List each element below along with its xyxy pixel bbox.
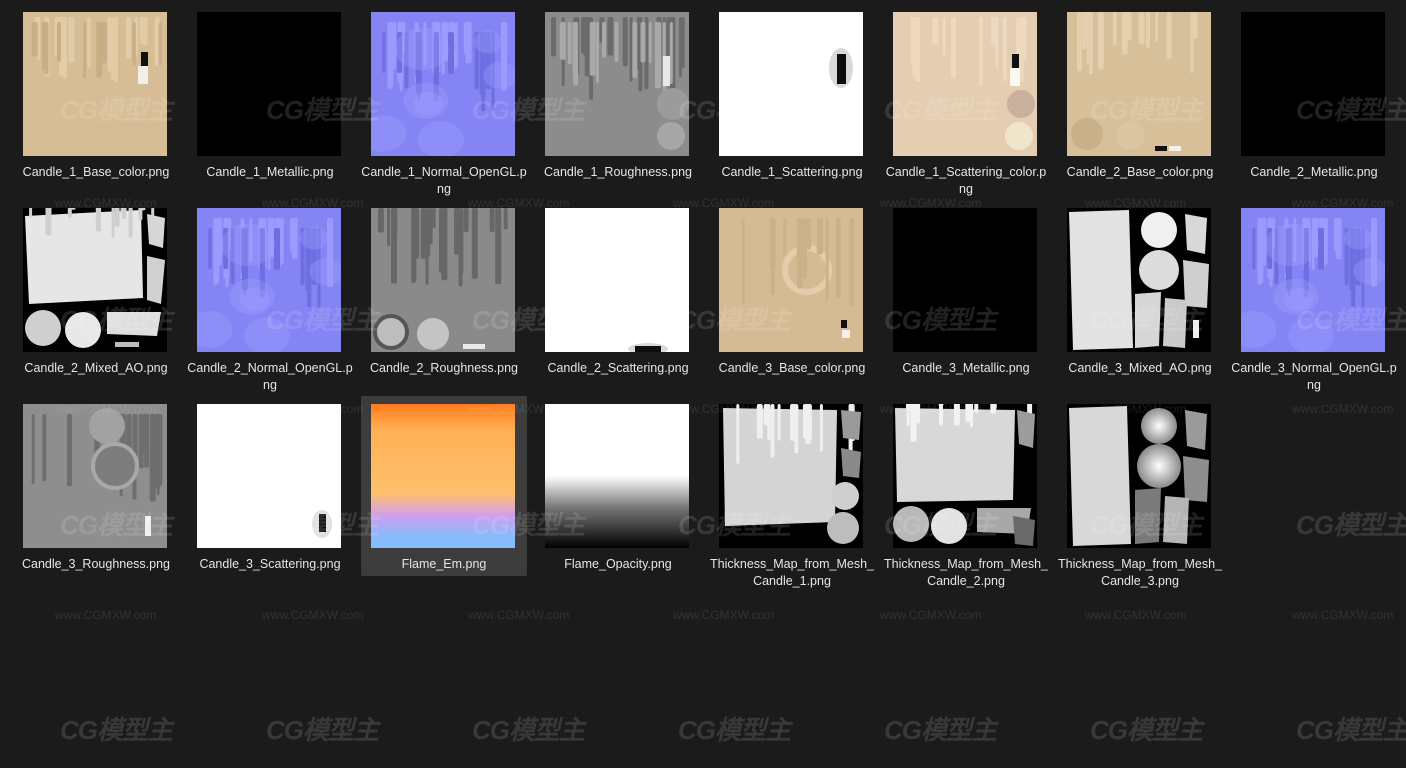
file-tile[interactable]: Thickness_Map_from_Mesh_Candle_1.png — [709, 396, 875, 588]
file-name: Candle_3_Normal_OpenGL.png — [1231, 361, 1397, 392]
watermark-logo: CG模型主 — [60, 715, 173, 745]
file-tile[interactable]: Flame_Opacity.png — [535, 396, 701, 576]
file-name: Candle_1_Metallic.png — [206, 165, 334, 179]
file-name: Candle_3_Roughness.png — [21, 557, 171, 571]
file-tile[interactable]: Candle_1_Scattering_color.png — [883, 4, 1049, 196]
file-thumbnail — [893, 208, 1037, 352]
watermark-url: www.CGMXW.com — [1292, 402, 1394, 416]
file-thumbnail — [197, 404, 341, 548]
watermark-url: www.CGMXW.com — [880, 608, 982, 622]
file-name: Candle_3_Metallic.png — [902, 361, 1030, 375]
file-name: Candle_1_Base_color.png — [22, 165, 170, 179]
file-tile[interactable]: Candle_1_Normal_OpenGL.png — [361, 4, 527, 196]
file-name: Candle_2_Normal_OpenGL.png — [187, 361, 353, 392]
file-thumbnail — [719, 404, 863, 548]
file-name: Candle_2_Base_color.png — [1066, 165, 1214, 179]
watermark-url: www.CGMXW.com — [673, 608, 775, 622]
file-thumbnail — [893, 404, 1037, 548]
file-name: Thickness_Map_from_Mesh_Candle_1.png — [710, 557, 874, 588]
file-thumbnail — [197, 208, 341, 352]
watermark-url: www.CGMXW.com — [262, 608, 364, 622]
file-name: Candle_2_Roughness.png — [369, 361, 519, 375]
file-thumbnail — [371, 404, 515, 548]
file-thumbnail — [1241, 12, 1385, 156]
file-tile[interactable]: Flame_Em.png — [361, 396, 527, 576]
file-thumbnail — [719, 12, 863, 156]
file-thumbnail — [545, 12, 689, 156]
file-thumbnail — [23, 12, 167, 156]
file-name: Candle_1_Scattering.png — [721, 165, 863, 179]
watermark-logo: CG模型主 — [1296, 715, 1406, 745]
file-thumbnail — [1067, 404, 1211, 548]
file-tile[interactable]: Candle_2_Roughness.png — [361, 200, 527, 380]
file-tile[interactable]: Candle_3_Metallic.png — [883, 200, 1049, 380]
file-thumbnail — [719, 208, 863, 352]
file-tile[interactable]: Candle_2_Normal_OpenGL.png — [187, 200, 353, 392]
file-name: Candle_1_Roughness.png — [543, 165, 693, 179]
file-thumbnail — [23, 208, 167, 352]
watermark-url: www.CGMXW.com — [55, 608, 157, 622]
watermark-url: www.CGMXW.com — [1292, 608, 1394, 622]
file-tile[interactable]: Candle_1_Roughness.png — [535, 4, 701, 184]
file-thumbnail — [1241, 208, 1385, 352]
file-thumbnail — [1067, 12, 1211, 156]
file-tile[interactable]: Candle_3_Roughness.png — [13, 396, 179, 576]
file-name: Candle_3_Scattering.png — [199, 557, 341, 571]
watermark-url: www.CGMXW.com — [1085, 608, 1187, 622]
file-tile[interactable]: Candle_1_Metallic.png — [187, 4, 353, 184]
watermark-logo: CG模型主 — [678, 715, 791, 745]
file-thumbnail — [545, 404, 689, 548]
file-tile[interactable]: Candle_2_Metallic.png — [1231, 4, 1397, 184]
watermark-logo: CG模型主 — [1090, 715, 1203, 745]
file-tile[interactable]: Candle_2_Base_color.png — [1057, 4, 1223, 184]
watermark-logo: CG模型主 — [472, 715, 585, 745]
file-name: Flame_Em.png — [401, 557, 487, 571]
file-name: Flame_Opacity.png — [564, 557, 672, 571]
file-tile[interactable]: Candle_3_Scattering.png — [187, 396, 353, 576]
watermark-logo: CG模型主 — [1296, 510, 1406, 540]
file-tile[interactable]: Candle_2_Scattering.png — [535, 200, 701, 380]
file-name: Candle_1_Scattering_color.png — [885, 165, 1047, 196]
file-name: Candle_3_Base_color.png — [718, 361, 866, 375]
file-tile[interactable]: Candle_3_Base_color.png — [709, 200, 875, 380]
file-browser: Candle_1_Base_color.png Candle_1_Metallic… — [0, 0, 1406, 768]
file-tile[interactable]: Candle_1_Scattering.png — [709, 4, 875, 184]
file-thumbnail — [893, 12, 1037, 156]
file-thumbnail — [197, 12, 341, 156]
file-thumbnail — [545, 208, 689, 352]
file-name: Candle_2_Scattering.png — [547, 361, 689, 375]
file-tile[interactable]: Thickness_Map_from_Mesh_Candle_2.png — [883, 396, 1049, 588]
file-tile[interactable]: Candle_2_Mixed_AO.png — [13, 200, 179, 380]
file-thumbnail — [371, 208, 515, 352]
watermark-url: www.CGMXW.com — [468, 608, 570, 622]
file-name: Candle_2_Mixed_AO.png — [24, 361, 168, 375]
file-tile[interactable]: Candle_3_Normal_OpenGL.png — [1231, 200, 1397, 392]
file-thumbnail — [1067, 208, 1211, 352]
file-name: Thickness_Map_from_Mesh_Candle_3.png — [1058, 557, 1222, 588]
file-thumbnail — [371, 12, 515, 156]
file-name: Candle_1_Normal_OpenGL.png — [361, 165, 527, 196]
file-name: Candle_2_Metallic.png — [1250, 165, 1378, 179]
file-tile[interactable]: Candle_3_Mixed_AO.png — [1057, 200, 1223, 380]
watermark-logo: CG模型主 — [266, 715, 379, 745]
file-tile[interactable]: Candle_1_Base_color.png — [13, 4, 179, 184]
file-name: Thickness_Map_from_Mesh_Candle_2.png — [884, 557, 1048, 588]
file-name: Candle_3_Mixed_AO.png — [1068, 361, 1212, 375]
watermark-logo: CG模型主 — [884, 715, 997, 745]
file-tile[interactable]: Thickness_Map_from_Mesh_Candle_3.png — [1057, 396, 1223, 588]
file-thumbnail — [23, 404, 167, 548]
